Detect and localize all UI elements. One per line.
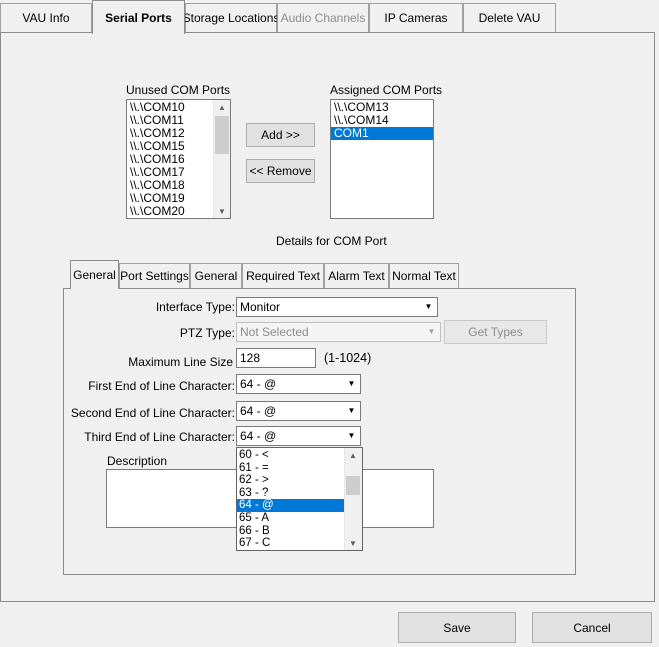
tab-vau-info[interactable]: VAU Info: [0, 3, 92, 32]
tab-label[interactable]: IP Cameras: [384, 11, 447, 25]
tab-label: Normal Text: [392, 269, 456, 283]
scroll-up-icon[interactable]: ▲: [345, 448, 361, 462]
scroll-thumb[interactable]: [215, 116, 229, 154]
tab-label: Delete VAU: [478, 11, 541, 25]
dropdown-option-selected[interactable]: 64 - @: [237, 499, 345, 512]
chevron-down-icon[interactable]: ▼: [344, 403, 359, 419]
tab-label: Alarm Text: [328, 269, 385, 283]
tab-label: Port Settings: [120, 269, 189, 283]
scroll-down-icon[interactable]: ▼: [345, 536, 361, 550]
tab-alarm-text[interactable]: Alarm Text: [324, 263, 389, 288]
tab-port-settings[interactable]: Port Settings: [119, 263, 190, 288]
scroll-down-icon[interactable]: ▼: [214, 204, 230, 218]
tab-serial-ports[interactable]: Serial Ports: [92, 0, 185, 34]
tab-label: General: [194, 269, 238, 283]
dropdown-option[interactable]: 66 - B: [237, 525, 345, 538]
add-button[interactable]: Add >>: [246, 123, 315, 147]
ptz-type-value: Not Selected: [240, 325, 309, 339]
chevron-down-icon: ▼: [427, 327, 436, 336]
tab-ip-cameras[interactable]: IP Cameras: [369, 3, 463, 32]
dropdown-option[interactable]: 63 - ?: [237, 487, 345, 500]
tab-label: VAU Info: [22, 11, 70, 25]
max-line-size-input[interactable]: 128: [236, 348, 316, 368]
unused-ports-label: Unused COM Ports: [126, 83, 231, 97]
unused-ports-scrollbar[interactable]: ▲ ▼: [213, 100, 230, 218]
get-types-button: Get Types: [444, 320, 547, 344]
dropdown-option[interactable]: 61 - =: [237, 462, 345, 475]
ptz-type-select: Not Selected ▼: [236, 322, 441, 342]
tab-storage-locations[interactable]: Storage Locations: [182, 3, 280, 32]
tab-required-text[interactable]: Required Text: [242, 263, 324, 288]
tab-general-2[interactable]: General: [190, 263, 242, 288]
tab-label: Audio Channels: [280, 11, 366, 25]
dropdown-option[interactable]: 60 - <: [237, 449, 345, 462]
interface-type-label: Interface Type:: [155, 300, 235, 314]
dropdown-option[interactable]: 62 - >: [237, 474, 345, 487]
eol-dropdown-list[interactable]: 60 - < 61 - = 62 - > 63 - ? 64 - @ 65 - …: [236, 447, 363, 551]
save-button[interactable]: Save: [398, 612, 516, 643]
second-eol-select[interactable]: 64 - @ ▼: [236, 401, 361, 421]
third-eol-select[interactable]: 64 - @ ▼: [236, 426, 361, 446]
second-eol-value: 64 - @: [240, 404, 277, 418]
chevron-down-icon[interactable]: ▼: [421, 299, 436, 315]
unused-ports-list[interactable]: \\.\COM10 \\.\COM11 \\.\COM12 \\.\COM15 …: [126, 99, 231, 219]
tab-normal-text[interactable]: Normal Text: [389, 263, 459, 288]
remove-button[interactable]: << Remove: [246, 159, 315, 183]
description-label: Description: [107, 454, 168, 468]
second-eol-label: Second End of Line Character:: [70, 406, 235, 420]
ptz-type-label: PTZ Type:: [179, 326, 235, 340]
tab-delete-vau[interactable]: Delete VAU: [463, 3, 556, 32]
details-title: Details for COM Port: [276, 234, 387, 248]
third-eol-value: 64 - @: [240, 429, 277, 443]
max-line-size-range: (1-1024): [324, 351, 372, 365]
tab-label: Storage Locations: [182, 11, 280, 25]
first-eol-label: First End of Line Character:: [88, 379, 235, 393]
tab-label: Serial Ports: [105, 10, 172, 25]
assigned-ports-list[interactable]: \\.\COM13 \\.\COM14 COM1: [330, 99, 434, 219]
third-eol-label: Third End of Line Character:: [84, 430, 235, 444]
tab-general[interactable]: General: [70, 260, 119, 289]
chevron-down-icon[interactable]: ▼: [344, 428, 359, 444]
scroll-thumb[interactable]: [346, 476, 360, 495]
cancel-button[interactable]: Cancel: [532, 612, 652, 643]
max-line-size-label: Maximum Line Size: [128, 355, 233, 369]
first-eol-value: 64 - @: [240, 377, 277, 391]
dropdown-option[interactable]: 67 - C: [237, 537, 345, 550]
first-eol-select[interactable]: 64 - @ ▼: [236, 374, 361, 394]
assigned-ports-label: Assigned COM Ports: [330, 83, 443, 97]
scroll-up-icon[interactable]: ▲: [214, 100, 230, 114]
interface-type-value: Monitor: [240, 300, 281, 314]
interface-type-select[interactable]: Monitor ▼: [236, 297, 438, 317]
dropdown-scrollbar[interactable]: ▲ ▼: [344, 448, 362, 550]
dropdown-option[interactable]: 65 - A: [237, 512, 345, 525]
list-item-selected[interactable]: COM1: [331, 127, 433, 140]
tab-audio-channels: Audio Channels: [277, 3, 369, 32]
tab-label: General: [73, 268, 116, 282]
chevron-down-icon[interactable]: ▼: [344, 376, 359, 392]
tab-label: Required Text: [246, 269, 320, 283]
